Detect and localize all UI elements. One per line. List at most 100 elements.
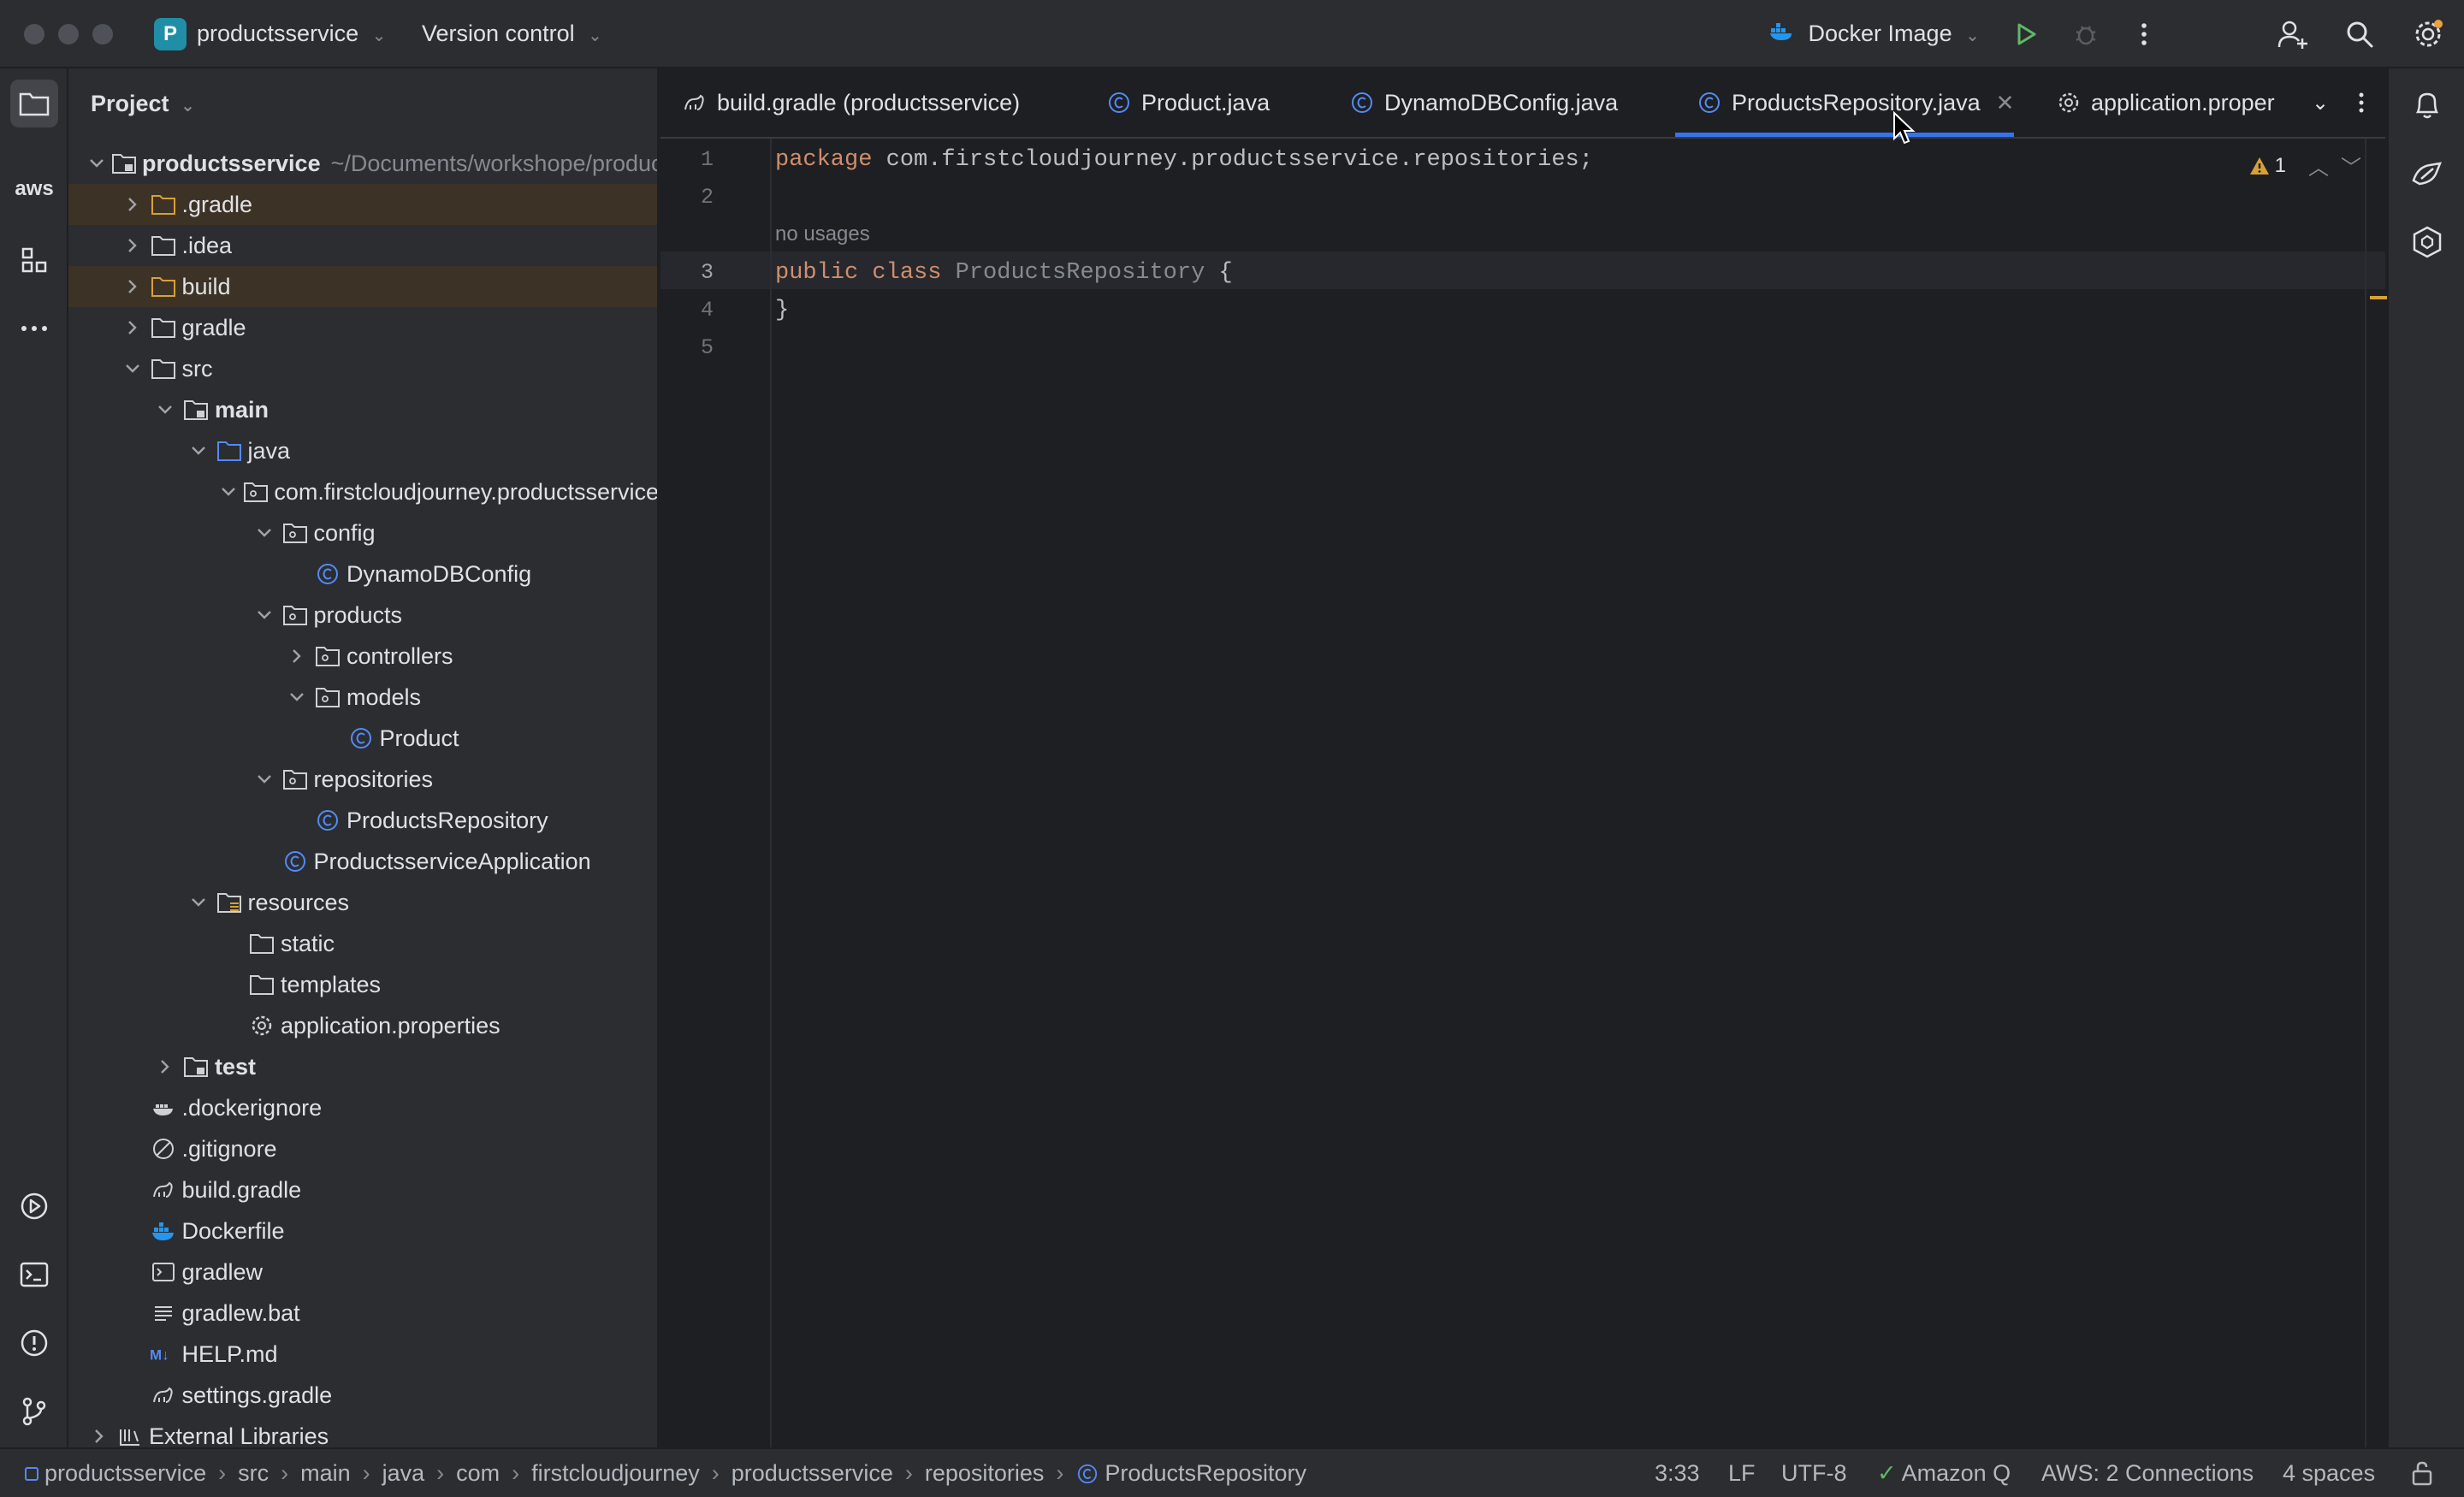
code-line[interactable]: package com.firstcloudjourney.productsse…: [775, 147, 1593, 173]
aws-icon[interactable]: aws: [10, 165, 58, 213]
editor-scrollbar[interactable]: [2365, 139, 2366, 1447]
chevron-down-icon[interactable]: [188, 441, 209, 461]
tree-item[interactable]: repositories: [68, 759, 657, 800]
chevron-down-icon[interactable]: [221, 482, 236, 502]
tree-item[interactable]: src: [68, 348, 657, 389]
breadcrumb-item[interactable]: com: [456, 1460, 500, 1487]
breadcrumb-item[interactable]: productsservice: [44, 1460, 206, 1487]
code-line[interactable]: }: [775, 298, 789, 323]
chevron-right-icon[interactable]: [122, 317, 143, 338]
settings-gear-icon[interactable]: [2411, 17, 2445, 51]
chevron-right-icon[interactable]: [155, 1056, 175, 1077]
aws-connections[interactable]: AWS: 2 Connections: [2041, 1449, 2254, 1497]
chevron-down-icon[interactable]: [188, 892, 209, 913]
tree-item[interactable]: .gitignore: [68, 1128, 657, 1169]
window-close-button[interactable]: [24, 24, 44, 44]
chevron-down-icon[interactable]: [254, 605, 275, 625]
indent-setting[interactable]: 4 spaces: [2283, 1449, 2375, 1497]
usage-inlay-hint[interactable]: no usages: [775, 222, 870, 246]
tree-item[interactable]: build: [68, 266, 657, 307]
folder-icon[interactable]: [10, 80, 58, 127]
tree-item[interactable]: Product: [68, 718, 657, 759]
tree-item[interactable]: settings.gradle: [68, 1375, 657, 1416]
chevron-down-icon[interactable]: [287, 687, 307, 707]
tree-item[interactable]: .idea: [68, 225, 657, 266]
breadcrumb-item[interactable]: src: [238, 1460, 269, 1487]
editor-tab[interactable]: ProductsRepository.java ✕: [1674, 68, 2015, 137]
tree-item[interactable]: .dockerignore: [68, 1087, 657, 1128]
version-control-menu[interactable]: Version control ⌄: [422, 21, 602, 47]
run-icon[interactable]: [2009, 17, 2043, 51]
tree-item[interactable]: main: [68, 389, 657, 430]
caret-position[interactable]: 3:33: [1655, 1449, 1700, 1497]
window-zoom-button[interactable]: [92, 24, 113, 44]
tree-item[interactable]: build.gradle: [68, 1169, 657, 1210]
tab-list-chevron-icon[interactable]: ⌄: [2312, 68, 2329, 137]
chevron-down-icon[interactable]: [254, 523, 275, 543]
tree-item[interactable]: M↓ HELP.md: [68, 1334, 657, 1375]
tree-item[interactable]: com.firstcloudjourney.productsservice: [68, 471, 657, 512]
tree-item[interactable]: DynamoDBConfig: [68, 553, 657, 595]
tree-item[interactable]: gradle: [68, 307, 657, 348]
breadcrumb-item[interactable]: java: [382, 1460, 425, 1487]
breadcrumb-item[interactable]: firstcloudjourney: [531, 1460, 700, 1487]
tree-item[interactable]: products: [68, 595, 657, 636]
breadcrumb-item[interactable]: productsservice: [732, 1460, 893, 1487]
breadcrumb-item[interactable]: repositories: [925, 1460, 1045, 1487]
chevron-right-icon[interactable]: [89, 1426, 110, 1447]
chevron-down-icon[interactable]: [155, 399, 175, 420]
tree-item[interactable]: ProductsserviceApplication: [68, 841, 657, 882]
debug-icon[interactable]: [2069, 17, 2103, 51]
chevron-right-icon[interactable]: [122, 235, 143, 256]
tree-item[interactable]: Dockerfile: [68, 1210, 657, 1251]
run-icon[interactable]: [10, 1182, 58, 1230]
project-selector[interactable]: productsservice ⌄: [197, 21, 386, 47]
tree-item[interactable]: java: [68, 430, 657, 471]
tree-item[interactable]: application.properties: [68, 1005, 657, 1046]
chevron-right-icon[interactable]: [287, 646, 307, 666]
git-icon[interactable]: [10, 1388, 58, 1435]
tab-more-icon[interactable]: [2358, 68, 2365, 137]
amazonq-icon[interactable]: [2408, 154, 2447, 193]
chevron-right-icon[interactable]: [122, 194, 143, 215]
tree-item[interactable]: External Libraries: [68, 1416, 657, 1447]
tree-item[interactable]: config: [68, 512, 657, 553]
editor-tab[interactable]: DynamoDBConfig.java: [1348, 68, 1618, 137]
code-editor[interactable]: 1 2 3 4 5 package com.firstcloudjourney.…: [660, 111, 2392, 1447]
plugin-icon[interactable]: [2408, 222, 2447, 262]
structure-icon[interactable]: [10, 236, 58, 284]
tree-item[interactable]: gradlew.bat: [68, 1293, 657, 1334]
close-icon[interactable]: ✕: [1996, 90, 2015, 116]
chevron-down-icon[interactable]: [89, 153, 104, 174]
chevron-down-icon[interactable]: ﹀: [2341, 151, 2361, 180]
breadcrumb-item[interactable]: main: [300, 1460, 351, 1487]
chevron-right-icon[interactable]: [122, 276, 143, 297]
chevron-down-icon[interactable]: [122, 358, 143, 379]
tree-item[interactable]: controllers: [68, 636, 657, 677]
tree-item[interactable]: templates: [68, 964, 657, 1005]
tree-item[interactable]: productsservice ~/Documents/workshope/pro…: [68, 143, 657, 184]
search-icon[interactable]: [2343, 17, 2377, 51]
editor-tab[interactable]: application.proper: [2055, 68, 2275, 137]
window-minimize-button[interactable]: [58, 24, 79, 44]
more-icon[interactable]: [10, 305, 58, 352]
code-line[interactable]: public class ProductsRepository {: [775, 260, 1233, 286]
chevron-down-icon[interactable]: [254, 769, 275, 790]
editor-tab[interactable]: Product.java: [1105, 68, 1270, 137]
project-view-selector[interactable]: Project ⌄: [91, 91, 195, 117]
file-encoding[interactable]: UTF-8: [1781, 1449, 1847, 1497]
run-configuration-selector[interactable]: Docker Image ⌄: [1769, 21, 1980, 48]
tree-item[interactable]: gradlew: [68, 1251, 657, 1293]
lock-icon[interactable]: [2411, 1449, 2433, 1497]
more-actions-icon[interactable]: [2127, 17, 2161, 51]
tree-item[interactable]: test: [68, 1046, 657, 1087]
tree-item[interactable]: static: [68, 923, 657, 964]
tree-item[interactable]: .gradle: [68, 184, 657, 225]
tree-item[interactable]: resources: [68, 882, 657, 923]
notifications-icon[interactable]: [2408, 86, 2447, 125]
breadcrumb-item[interactable]: ProductsRepository: [1105, 1460, 1306, 1487]
inspection-widget[interactable]: 1 ︿ ﹀: [2249, 151, 2361, 180]
line-ending[interactable]: LF: [1728, 1449, 1756, 1497]
terminal-icon[interactable]: [10, 1251, 58, 1299]
chevron-up-icon[interactable]: ︿: [2308, 151, 2329, 180]
